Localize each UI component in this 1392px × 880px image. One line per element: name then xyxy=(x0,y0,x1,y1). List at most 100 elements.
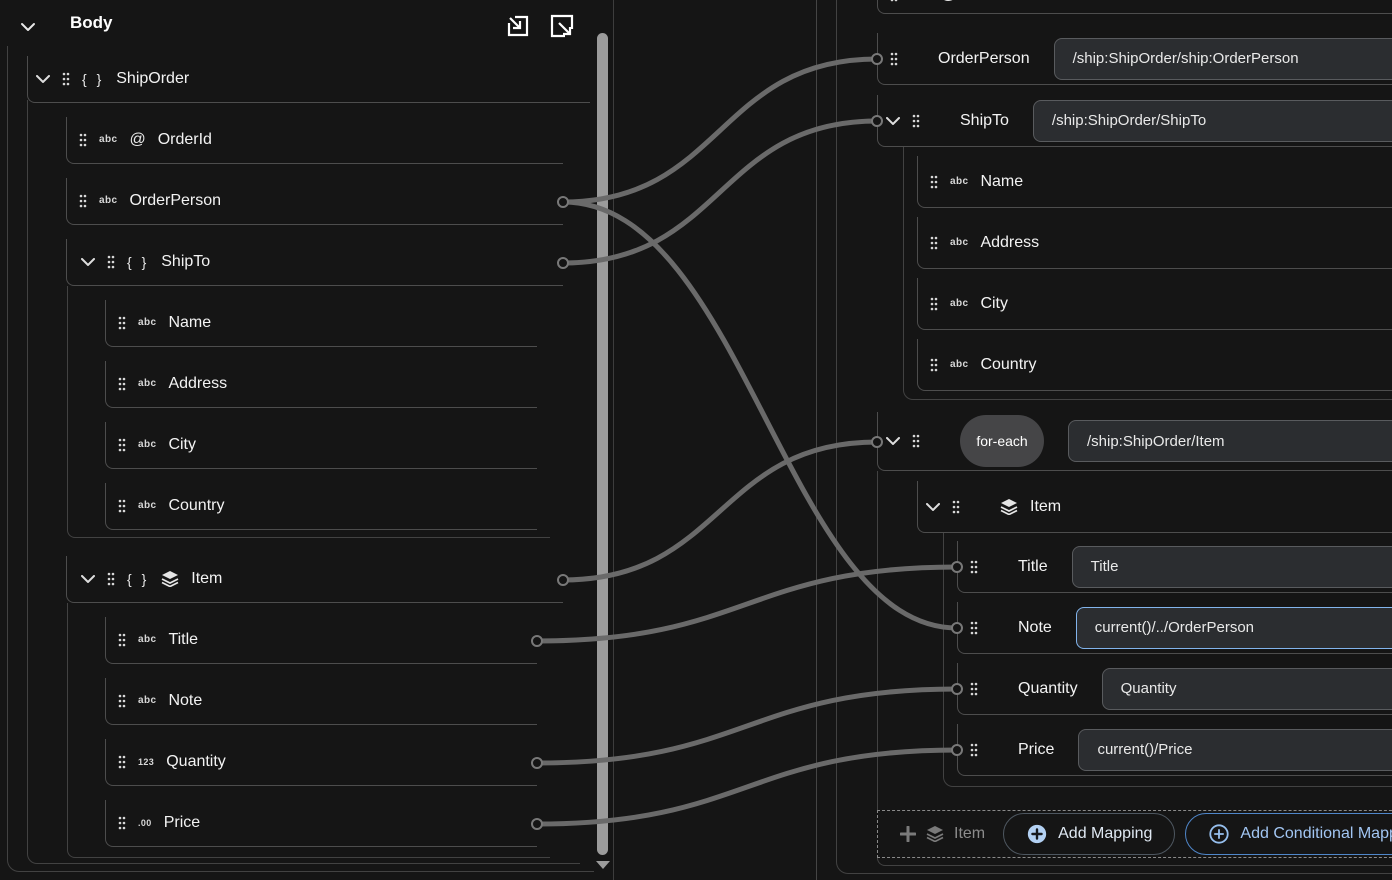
xpath-expression-input[interactable]: current()/Price xyxy=(1078,729,1392,771)
add-mapping-button[interactable]: Add Mapping xyxy=(1003,813,1175,855)
drag-handle-icon[interactable] xyxy=(118,816,126,830)
field-label: Name xyxy=(980,173,1023,191)
field-label: Price xyxy=(1018,741,1054,759)
type-string-icon: abc xyxy=(950,238,968,248)
source-row-orderid[interactable]: abc @ OrderId xyxy=(66,117,563,164)
drag-handle-icon[interactable] xyxy=(62,72,70,86)
target-row-shipto[interactable]: ShipTo /ship:ShipOrder/ShipTo xyxy=(877,95,1392,147)
drag-handle-icon[interactable] xyxy=(79,133,87,147)
datamapper-canvas: Body { } ShipOrder abc @ OrderId abc Ord… xyxy=(0,0,1392,880)
drag-handle-icon[interactable] xyxy=(118,633,126,647)
source-row-quantity[interactable]: 123 Quantity xyxy=(105,739,537,786)
type-decimal-icon: .00 xyxy=(138,819,152,828)
ghost-item-label: Item xyxy=(954,825,985,843)
drag-handle-icon[interactable] xyxy=(952,500,960,514)
for-each-badge[interactable]: for-each xyxy=(960,415,1044,467)
chevron-down-icon[interactable] xyxy=(81,258,95,266)
chevron-down-icon[interactable] xyxy=(81,575,95,583)
field-label: Quantity xyxy=(1018,680,1078,698)
xpath-expression-input[interactable]: /ship:ShipOrder/ShipTo xyxy=(1033,100,1392,142)
drag-handle-icon[interactable] xyxy=(107,255,115,269)
drag-handle-icon[interactable] xyxy=(912,434,920,448)
connection-shipto-shipto[interactable] xyxy=(563,121,877,263)
xpath-expression-input[interactable]: Quantity xyxy=(1102,668,1392,710)
chevron-down-icon[interactable] xyxy=(886,117,900,125)
xpath-expression-input[interactable]: /ship:ShipOrder/ship:OrderPerson xyxy=(1054,38,1392,80)
export-schema-icon[interactable] xyxy=(548,12,576,40)
import-schema-icon[interactable] xyxy=(504,12,532,40)
plus-circle-outline-icon xyxy=(1208,823,1230,845)
target-row-country[interactable]: abc Country xyxy=(917,339,1392,391)
connection-orderperson-orderperson[interactable] xyxy=(563,59,877,202)
xpath-expression-input[interactable]: /ship:ShipOrder/Item xyxy=(1068,420,1392,462)
drag-handle-icon[interactable] xyxy=(890,52,898,66)
source-row-item[interactable]: { } Item xyxy=(66,556,563,603)
drag-handle-icon[interactable] xyxy=(970,560,978,574)
source-row-name[interactable]: abc Name xyxy=(105,300,537,347)
drag-handle-icon[interactable] xyxy=(118,694,126,708)
chevron-down-icon[interactable] xyxy=(926,503,940,511)
source-row-orderperson[interactable]: abc OrderPerson xyxy=(66,178,563,225)
target-row-address[interactable]: abc Address xyxy=(917,217,1392,269)
source-row-title[interactable]: abc Title xyxy=(105,617,537,664)
target-row-price[interactable]: Price current()/Price xyxy=(957,724,1392,776)
source-scrollbar-thumb[interactable] xyxy=(597,33,608,855)
drag-handle-icon[interactable] xyxy=(970,743,978,757)
source-row-country[interactable]: abc Country xyxy=(105,483,537,530)
type-number-icon: 123 xyxy=(138,758,154,767)
type-string-icon: abc xyxy=(138,696,156,706)
field-label: OrderPerson xyxy=(129,192,221,210)
body-collapse-chevron[interactable] xyxy=(14,13,42,41)
field-label: Name xyxy=(168,314,211,332)
xpath-expression-input-focused[interactable]: current()/../OrderPerson xyxy=(1076,607,1392,649)
target-row-orderid[interactable]: abc @ OrderId xyxy=(877,0,1392,14)
field-label: OrderId xyxy=(969,0,1023,4)
target-row-orderperson[interactable]: OrderPerson /ship:ShipOrder/ship:OrderPe… xyxy=(877,33,1392,85)
add-conditional-mapping-button[interactable]: Add Conditional Mapping xyxy=(1185,813,1392,855)
target-foreach-group-border xyxy=(877,471,887,812)
drag-handle-icon[interactable] xyxy=(912,114,920,128)
target-row-item[interactable]: Item xyxy=(917,481,1392,533)
target-row-quantity[interactable]: Quantity Quantity xyxy=(957,663,1392,715)
target-row-city[interactable]: abc City xyxy=(917,278,1392,330)
target-row-title[interactable]: Title Title xyxy=(957,541,1392,593)
drag-handle-icon[interactable] xyxy=(930,297,938,311)
chevron-down-icon[interactable] xyxy=(36,75,50,83)
drag-handle-icon[interactable] xyxy=(890,0,898,2)
field-label: Note xyxy=(1018,619,1052,637)
field-label: OrderId xyxy=(158,131,212,149)
chevron-down-icon[interactable] xyxy=(886,437,900,445)
target-row-foreach[interactable]: for-each /ship:ShipOrder/Item xyxy=(877,412,1392,471)
scroll-down-arrow-icon[interactable] xyxy=(596,861,610,869)
drag-handle-icon[interactable] xyxy=(118,438,126,452)
attribute-icon: @ xyxy=(129,132,145,148)
drag-handle-icon[interactable] xyxy=(930,175,938,189)
field-label: City xyxy=(980,295,1008,313)
source-row-city[interactable]: abc City xyxy=(105,422,537,469)
drag-handle-icon[interactable] xyxy=(970,682,978,696)
type-string-icon: abc xyxy=(138,379,156,389)
source-row-price[interactable]: .00 Price xyxy=(105,800,537,847)
add-item-ghost-row: Item Add Mapping Add Conditional Mapping xyxy=(877,810,1392,858)
field-label: Address xyxy=(980,234,1039,252)
field-label: Title xyxy=(168,631,198,649)
drag-handle-icon[interactable] xyxy=(118,316,126,330)
field-label: Item xyxy=(1030,498,1061,516)
drag-handle-icon[interactable] xyxy=(970,621,978,635)
connection-item-foreach[interactable] xyxy=(563,442,877,580)
drag-handle-icon[interactable] xyxy=(118,755,126,769)
drag-handle-icon[interactable] xyxy=(118,499,126,513)
drag-handle-icon[interactable] xyxy=(930,236,938,250)
drag-handle-icon[interactable] xyxy=(118,377,126,391)
object-braces-icon: { } xyxy=(127,254,149,270)
source-row-address[interactable]: abc Address xyxy=(105,361,537,408)
source-row-shipto[interactable]: { } ShipTo xyxy=(66,239,563,286)
drag-handle-icon[interactable] xyxy=(930,358,938,372)
drag-handle-icon[interactable] xyxy=(107,572,115,586)
source-row-shiporder[interactable]: { } ShipOrder xyxy=(27,56,590,103)
target-row-note[interactable]: Note current()/../OrderPerson xyxy=(957,602,1392,654)
xpath-expression-input[interactable]: Title xyxy=(1072,546,1392,588)
drag-handle-icon[interactable] xyxy=(79,194,87,208)
source-row-note[interactable]: abc Note xyxy=(105,678,537,725)
target-row-name[interactable]: abc Name xyxy=(917,156,1392,208)
